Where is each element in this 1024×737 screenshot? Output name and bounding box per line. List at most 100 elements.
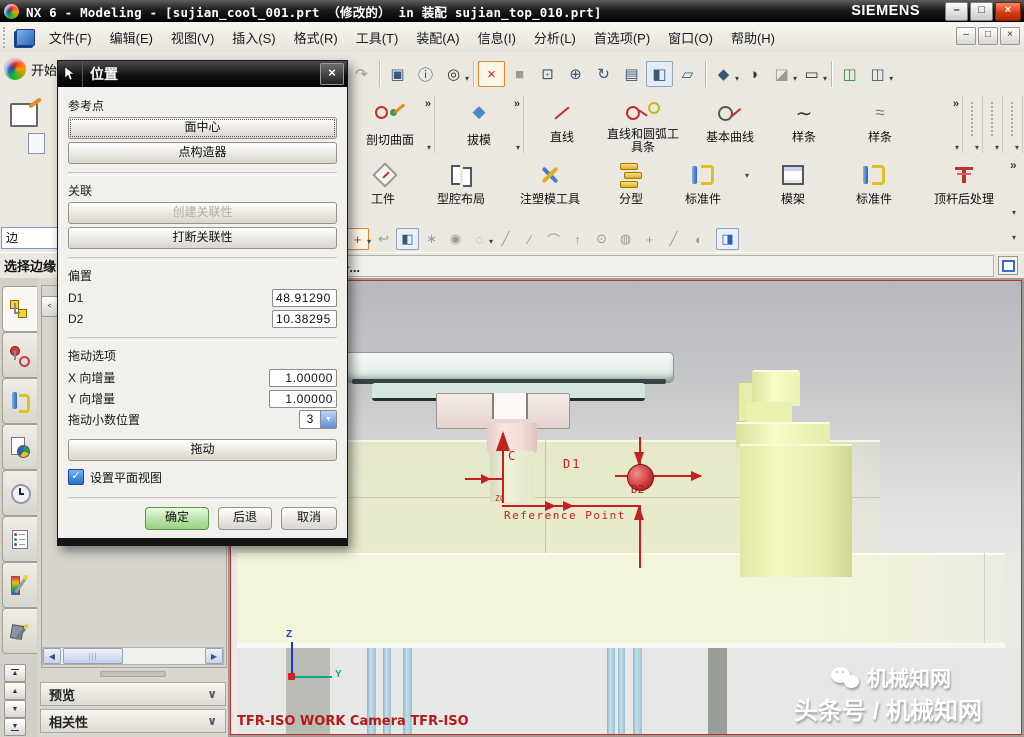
drag-button[interactable]: 拖动 [68,439,337,461]
workpiece-tool[interactable]: 工件 [348,160,418,207]
standard-part2-tool[interactable]: 标准件 [832,160,916,207]
clip-section-icon[interactable]: ◪ [768,61,795,87]
zoom-in-out-icon[interactable]: ⊕ [562,61,589,87]
section-surface-label[interactable]: 剖切曲面 [346,134,434,147]
point-constructor-button[interactable]: 点构造器 [68,142,337,164]
standard-part-dropdown[interactable]: ▾ [740,160,754,190]
redo-icon[interactable]: ↷ [348,61,375,87]
dropdown-arrow-icon[interactable]: ▼ [320,411,336,428]
background-dropdown-icon[interactable]: ▾ [823,74,827,87]
clip-dropdown-icon[interactable]: ▾ [793,74,797,87]
resource-scroll-top-button[interactable]: ▲ [4,664,26,682]
face-center-button[interactable]: 面中心 [68,117,337,139]
mold-toolbar-expand-icon[interactable]: » [1010,158,1017,172]
x-increment-input[interactable]: 1.00000 [269,369,337,387]
selection-scope-icon[interactable]: + [346,228,369,250]
dialog-close-icon[interactable]: × [320,63,344,85]
document-icon[interactable] [28,133,45,154]
break-associativity-button[interactable]: 打断关联性 [68,227,337,249]
move-face-icon[interactable]: ◫ [836,61,863,87]
menu-format[interactable]: 格式(R) [285,23,347,52]
menu-tools[interactable]: 工具(T) [347,23,408,52]
menu-view[interactable]: 视图(V) [162,23,223,52]
menu-preferences[interactable]: 首选项(P) [585,23,659,52]
graphics-canvas[interactable]: C ZC Reference Point D1 D2 Z Y TFR-ISO W… [230,280,1022,735]
scroll-left-icon[interactable]: ◀ [43,648,61,664]
tab-constraint-navigator[interactable] [2,332,37,378]
line-arc-toolbar-tool[interactable]: 直线和圆弧工具条 [594,98,692,154]
selection-filter-combo[interactable]: 边 [1,227,61,249]
scroll-thumb[interactable]: ||| [63,648,123,664]
spline-tool[interactable]: ∼ 样条 [768,98,840,154]
tab-history[interactable] [2,470,37,516]
section-surface-icon[interactable] [346,100,434,124]
mold-tools-tool[interactable]: 注塑模工具 [504,160,596,207]
horizontal-scrollbar[interactable]: ◀ ||| ▶ [42,647,224,665]
tab-part-navigator[interactable] [2,424,37,470]
menu-window[interactable]: 窗口(O) [659,23,722,52]
rotate-view-icon[interactable]: ↻ [590,61,617,87]
scroll-right-icon[interactable]: ▶ [205,648,223,664]
snap-solid-icon[interactable]: ◧ [396,228,419,250]
dialog-title-bar[interactable]: 位置 × [58,61,347,87]
minimize-button[interactable]: – [945,2,968,21]
tab-roles[interactable]: ★ [2,608,37,654]
menu-help[interactable]: 帮助(H) [722,23,784,52]
zoom-region-icon[interactable]: ⊡ [534,61,561,87]
parting-tool[interactable]: 分型 [596,160,666,207]
doc-close-button[interactable]: × [1000,27,1020,45]
find-icon[interactable]: ◎ [440,61,467,87]
y-increment-input[interactable]: 1.00000 [269,390,337,408]
line-tool[interactable]: 直线 [530,98,594,154]
group-dropdown-icon[interactable]: ▾ [955,143,959,152]
display-part-icon[interactable]: ▣ [384,61,411,87]
render-style-icon[interactable]: ◑ [740,61,767,87]
fit-view-icon[interactable]: ▱ [674,61,701,87]
dependencies-drawer[interactable]: 相关性 ∨ [40,709,226,733]
tab-palette[interactable] [2,516,37,562]
snap-toolbar-dropdown-icon[interactable]: ▾ [1012,233,1016,242]
menu-analysis[interactable]: 分析(L) [525,23,585,52]
menu-edit[interactable]: 编辑(E) [101,23,162,52]
menu-assemblies[interactable]: 装配(A) [407,23,468,52]
isometric-view-icon[interactable]: ◆ [710,61,737,87]
information-icon[interactable]: ⓘ [412,61,439,87]
find-dropdown-icon[interactable]: ▾ [465,74,469,87]
cancel-button[interactable]: 取消 [281,507,337,530]
studio-spline-tool[interactable]: ≈ 样条 [840,98,920,154]
standard-part-tool[interactable]: 标准件 [666,160,740,207]
tab-reuse-library[interactable] [2,378,37,424]
undo-selection-icon[interactable]: ↩ [372,228,395,250]
shaded-view-icon[interactable]: ◧ [646,61,673,87]
pan-view-icon[interactable]: ▤ [618,61,645,87]
close-view-icon[interactable]: × [478,61,505,87]
d1-input[interactable]: 48.91290 [272,289,337,307]
resource-scroll-up-button[interactable]: ▲ [4,682,26,700]
mold-toolbar-dropdown-icon[interactable]: ▾ [1012,208,1016,217]
ejector-pin-post-tool[interactable]: 顶杆后处理 [916,160,1012,207]
group-expand-icon[interactable]: » [953,98,959,110]
resource-scroll-down-button[interactable]: ▼ [4,700,26,718]
menu-information[interactable]: 信息(I) [469,23,525,52]
drag-decimals-select[interactable]: 3 ▼ [299,410,337,429]
collapse-panel-button[interactable]: < [41,296,58,317]
menu-file[interactable]: 文件(F) [40,23,101,52]
plane-view-checkbox[interactable]: ✓ [68,469,84,485]
doc-restore-button[interactable]: □ [978,27,998,45]
tab-assembly-navigator[interactable] [2,286,37,332]
start-button[interactable]: 开始 [4,58,57,80]
scope-dropdown-icon[interactable]: ▾ [367,237,371,250]
back-button[interactable]: 后退 [218,507,272,530]
transform-icon[interactable]: ◫ [864,61,891,87]
panel-splitter[interactable] [40,669,226,678]
cavity-layout-tool[interactable]: 型腔布局 [418,160,504,207]
preview-drawer[interactable]: 预览 ∨ [40,682,226,706]
mold-base-tool[interactable]: 模架 [754,160,832,207]
view-dropdown-icon[interactable]: ▾ [735,74,739,87]
tab-visualization[interactable] [2,562,37,608]
draft-icon[interactable]: ◆ [435,100,523,124]
draft-label[interactable]: 拔模 [435,134,523,147]
layout-pencil-icon[interactable] [10,103,38,127]
resource-scroll-bottom-button[interactable]: ▼ [4,718,26,736]
transform-dropdown-icon[interactable]: ▾ [889,74,893,87]
